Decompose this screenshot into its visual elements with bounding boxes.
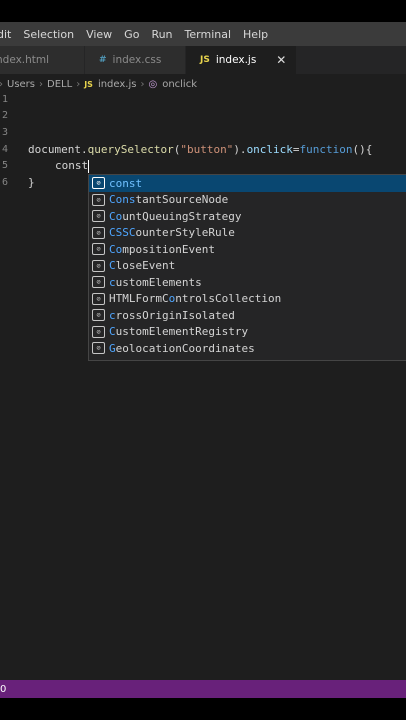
suggestion-item[interactable]: ⊘ CloseEvent [89, 258, 406, 275]
line-number: 4 [1, 144, 8, 155]
suggestion-match: o [168, 292, 176, 306]
suggestion-rest: mpositionEvent [122, 242, 215, 256]
menu-help[interactable]: Help [237, 28, 274, 41]
code-token: document. [28, 143, 88, 156]
line-number: 3 [1, 127, 8, 138]
suggestion-item[interactable]: ⊘ CSSC ounterStyleRule [89, 225, 406, 242]
js-file-icon: JS [84, 79, 93, 89]
breadcrumb-separator: › [39, 78, 44, 90]
breadcrumb-dell[interactable]: DELL [47, 79, 72, 90]
breadcrumb-file[interactable]: index.js [98, 79, 137, 90]
css-file-icon: # [99, 55, 107, 65]
suggestion-match: Co [109, 209, 123, 223]
breadcrumb-separator: › [76, 78, 81, 90]
suggestion-item[interactable]: ⊘ Cons tantSourceNode [89, 192, 406, 209]
variable-icon: ⊘ [92, 342, 105, 355]
tab-index-js[interactable]: JS index.js ✕ [186, 46, 298, 74]
suggestion-item[interactable]: ⊘ c rossOriginIsolated [89, 307, 406, 324]
suggestion-rest: tantSourceNode [135, 193, 229, 207]
variable-icon: ⊘ [92, 193, 105, 206]
code-token: ). [233, 143, 247, 156]
suggestion-rest: ustomElements [115, 275, 202, 289]
tab-label: index.css [112, 54, 162, 66]
suggestion-match: Cons [109, 193, 136, 207]
tab-label: index.js [215, 54, 257, 66]
top-letterbox [0, 0, 406, 22]
bottom-letterbox [0, 698, 406, 720]
suggestion-item[interactable]: ⊘ GeolocationCoordinates [89, 340, 406, 357]
suggestion-rest: ustomElementRegistry [115, 325, 249, 339]
code-token: const [55, 159, 89, 172]
code-line-6: } [28, 176, 35, 189]
suggestion-prefix: HTMLFormC [109, 292, 169, 306]
suggestion-match: C [109, 325, 116, 339]
code-token: function [299, 143, 353, 156]
variable-icon: ⊘ [92, 325, 105, 338]
menu-terminal[interactable]: Terminal [179, 28, 238, 41]
variable-icon: ⊘ [92, 259, 105, 272]
suggestion-rest: ntrolsCollection [175, 292, 282, 306]
line-number: 5 [1, 160, 8, 171]
line-number: 1 [1, 94, 8, 105]
variable-icon: ⊘ [92, 177, 105, 190]
suggestion-item[interactable]: ⊘ const [89, 175, 406, 192]
breadcrumb-separator: › [140, 78, 145, 90]
suggestion-rest: loseEvent [115, 259, 176, 273]
menu-edit[interactable]: dit [0, 28, 17, 41]
tab-index-css[interactable]: # index.css [85, 46, 186, 74]
suggestion-rest: eolocationCoordinates [115, 341, 255, 355]
variable-icon: ⊘ [92, 226, 105, 239]
status-bar: 0 [0, 680, 406, 698]
suggestion-match: c [109, 308, 116, 322]
suggestion-item[interactable]: ⊘ HTMLFormC o ntrolsCollection [89, 291, 406, 308]
suggestion-rest: untQueuingStrategy [122, 209, 242, 223]
suggestion-match: const [109, 176, 143, 190]
line-number: 2 [1, 110, 8, 121]
breadcrumb-symbol[interactable]: onclick [162, 79, 197, 90]
code-token: (){ [352, 143, 373, 156]
suggestion-match: G [109, 341, 116, 355]
breadcrumb-users[interactable]: Users [7, 79, 35, 90]
code-line-4: document.querySelector("button").onclick… [28, 143, 372, 156]
suggestion-item[interactable]: ⊘ CustomElementRegistry [89, 324, 406, 341]
suggestion-item[interactable]: ⊘ Co untQueuingStrategy [89, 208, 406, 225]
suggestion-rest: ounterStyleRule [135, 226, 235, 240]
variable-icon: ⊘ [92, 210, 105, 223]
code-editor[interactable]: 1 2 3 4 5 6 document.querySelector("butt… [0, 94, 406, 680]
symbol-method-icon: ◎ [148, 78, 158, 90]
js-file-icon: JS [200, 55, 210, 65]
code-token: querySelector [87, 143, 174, 156]
menu-go[interactable]: Go [118, 28, 145, 41]
suggestion-item[interactable]: ⊘ c ustomElements [89, 274, 406, 291]
variable-icon: ⊘ [92, 309, 105, 322]
breadcrumb-separator: › [0, 79, 4, 90]
variable-icon: ⊘ [92, 292, 105, 305]
menu-bar: dit Selection View Go Run Terminal Help [0, 22, 406, 46]
menu-view[interactable]: View [80, 28, 118, 41]
text-cursor [88, 159, 90, 173]
editor-tab-bar: ndex.html # index.css JS index.js ✕ [0, 46, 406, 74]
status-problems-count[interactable]: 0 [0, 684, 6, 695]
tab-label: ndex.html [0, 54, 50, 66]
suggestion-rest: rossOriginIsolated [115, 308, 235, 322]
breadcrumb: › Users › DELL › JS index.js › ◎ onclick [0, 74, 406, 94]
variable-icon: ⊘ [92, 276, 105, 289]
code-token: } [28, 176, 35, 189]
line-number: 6 [1, 177, 8, 188]
menu-run[interactable]: Run [145, 28, 178, 41]
code-token: onclick [246, 143, 293, 156]
tab-index-html[interactable]: ndex.html [0, 46, 85, 74]
suggestion-match: c [109, 275, 116, 289]
code-line-5: const [55, 159, 90, 173]
suggestion-match: Co [109, 242, 123, 256]
suggestion-widget: ⊘ const ⊘ Cons tantSourceNode ⊘ Co untQueuing… [88, 174, 406, 361]
suggestion-item[interactable]: ⊘ Co mpositionEvent [89, 241, 406, 258]
close-icon[interactable]: ✕ [276, 53, 286, 67]
variable-icon: ⊘ [92, 243, 105, 256]
code-token: = [292, 143, 300, 156]
menu-selection[interactable]: Selection [17, 28, 80, 41]
suggestion-match: CSSC [109, 226, 136, 240]
code-token: "button" [180, 143, 234, 156]
suggestion-match: C [109, 259, 116, 273]
